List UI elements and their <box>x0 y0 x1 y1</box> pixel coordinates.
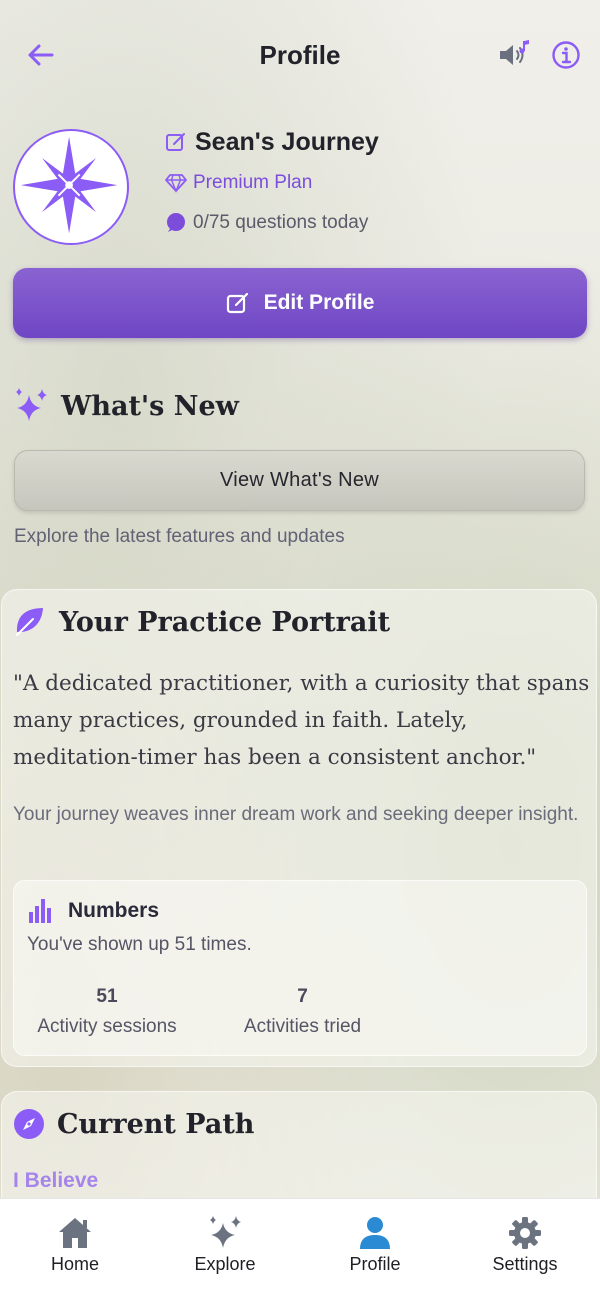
edit-icon <box>226 292 248 314</box>
whats-new-subtitle: Explore the latest features and updates <box>14 526 345 547</box>
bottom-nav: Home Explore Profile Settings <box>0 1198 600 1299</box>
stat-activity-sessions: 51 Activity sessions <box>27 986 187 1038</box>
stat-label: Activity sessions <box>37 1016 177 1037</box>
sparkles-icon <box>16 388 47 421</box>
numbers-title: Numbers <box>68 899 160 922</box>
sparkles-icon <box>210 1216 241 1248</box>
edit-profile-button[interactable]: Edit Profile <box>13 268 587 338</box>
info-icon[interactable] <box>551 40 581 70</box>
current-path-title: Current Path <box>57 1108 255 1140</box>
view-whats-new-label: View What's New <box>219 469 380 491</box>
nav-label: Profile <box>349 1254 401 1274</box>
nav-label: Home <box>50 1254 99 1274</box>
gear-icon <box>509 1217 541 1249</box>
nav-label: Explore <box>194 1254 256 1274</box>
whats-new-header: What's New <box>13 386 239 426</box>
profile-name-row[interactable]: Sean's Journey <box>165 126 379 158</box>
stat-label: Activities tried <box>243 1016 362 1037</box>
nav-item-explore[interactable]: Explore <box>150 1199 300 1299</box>
questions-count: 0/75 questions today <box>193 212 369 233</box>
current-path-header: Current Path <box>13 1104 254 1144</box>
edit-icon[interactable] <box>165 131 187 153</box>
chat-bubble-icon <box>167 213 185 232</box>
practice-portrait-title: Your Practice Portrait <box>59 606 391 638</box>
profile-screen: Profile Sean's Journey Premium Plan 0/75… <box>0 0 600 1299</box>
avatar[interactable] <box>13 129 129 245</box>
person-icon <box>360 1217 390 1249</box>
leaf-icon <box>16 608 43 636</box>
plan-label: Premium Plan <box>193 172 313 193</box>
whats-new-title: What's New <box>61 390 239 422</box>
numbers-subtitle: You've shown up 51 times. <box>27 934 252 955</box>
portrait-journey: Your journey weaves inner dream work and… <box>13 804 579 825</box>
questions-row: 0/75 questions today <box>165 210 368 236</box>
stat-value: 7 <box>297 986 308 1007</box>
practice-portrait-header: Your Practice Portrait <box>13 602 390 642</box>
speaker-music-icon[interactable] <box>496 38 532 72</box>
stat-value: 51 <box>96 986 118 1007</box>
top-bar: Profile <box>0 0 600 110</box>
diamond-icon <box>165 174 187 193</box>
stat-activities-tried: 7 Activities tried <box>234 986 371 1038</box>
numbers-header: Numbers <box>28 896 159 926</box>
home-icon <box>59 1218 91 1248</box>
plan-row: Premium Plan <box>165 170 312 196</box>
profile-name: Sean's Journey <box>195 127 379 156</box>
compass-star-icon <box>20 136 118 234</box>
view-whats-new-button[interactable]: View What's New <box>14 450 585 511</box>
bar-chart-icon <box>29 899 51 923</box>
nav-item-profile[interactable]: Profile <box>300 1199 450 1299</box>
nav-label: Settings <box>492 1254 558 1274</box>
compass-icon <box>14 1109 44 1139</box>
portrait-quote: "A dedicated practitioner, with a curios… <box>13 671 590 770</box>
nav-item-home[interactable]: Home <box>0 1199 150 1299</box>
edit-profile-label: Edit Profile <box>263 291 375 314</box>
current-path-value[interactable]: I Believe <box>13 1169 98 1193</box>
nav-item-settings[interactable]: Settings <box>450 1199 600 1299</box>
